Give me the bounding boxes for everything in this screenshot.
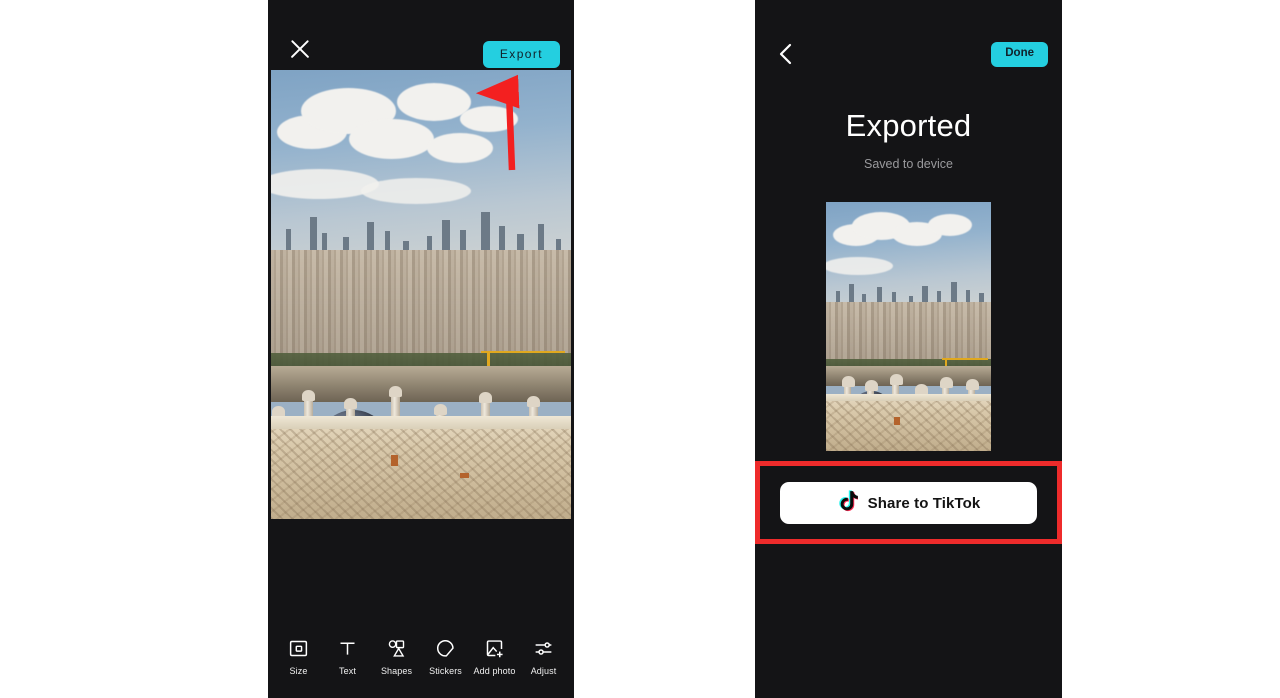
tool-shapes-label: Shapes <box>380 666 413 676</box>
photo-cityscape-thumbnail <box>826 202 991 451</box>
tool-size[interactable]: Size <box>275 638 323 676</box>
editor-top-bar: Export <box>268 0 574 70</box>
exported-thumbnail[interactable] <box>826 202 991 451</box>
cloud <box>826 256 893 275</box>
chevron-left-icon[interactable] <box>775 42 797 66</box>
export-screen: Done Exported Saved to device Share to T… <box>755 0 1062 698</box>
page-subtitle: Saved to device <box>864 157 953 171</box>
size-icon <box>289 640 308 657</box>
done-button[interactable]: Done <box>991 42 1048 67</box>
add-photo-icon <box>486 640 503 658</box>
photo-stone-wall <box>826 393 991 451</box>
crane <box>481 350 565 354</box>
tool-text-label: Text <box>339 666 356 676</box>
photo-stone-wall <box>271 415 571 519</box>
tool-shapes[interactable]: Shapes <box>373 638 421 676</box>
tool-size-label: Size <box>289 666 308 676</box>
crane <box>941 357 988 360</box>
cloud <box>427 132 493 163</box>
photo-cityscape <box>271 70 571 519</box>
share-to-tiktok-button[interactable]: Share to TikTok <box>780 482 1037 524</box>
editor-canvas[interactable] <box>271 70 571 519</box>
page-title: Exported <box>845 108 972 143</box>
close-icon[interactable] <box>287 36 313 62</box>
cloud <box>361 177 471 204</box>
editor-toolbar: Size Text Shapes Stickers Add photo Adju… <box>268 616 574 698</box>
editor-screen: Export Size Text Shapes Stickers Add pho… <box>268 0 574 698</box>
shapes-icon <box>388 640 405 657</box>
tool-adjust[interactable]: Adjust <box>520 638 568 676</box>
tool-add-photo[interactable]: Add photo <box>471 638 519 676</box>
tool-text[interactable]: Text <box>324 638 372 676</box>
share-to-tiktok-label: Share to TikTok <box>867 494 981 512</box>
tiktok-icon <box>837 490 859 516</box>
stickers-icon <box>437 639 454 657</box>
adjust-icon <box>535 642 552 655</box>
cloud <box>460 105 518 132</box>
tool-stickers-label: Stickers <box>429 666 462 676</box>
tool-add-photo-label: Add photo <box>473 666 516 676</box>
tool-adjust-label: Adjust <box>530 666 557 676</box>
text-icon <box>340 642 355 655</box>
export-button[interactable]: Export <box>482 41 560 68</box>
tool-stickers[interactable]: Stickers <box>422 638 470 676</box>
